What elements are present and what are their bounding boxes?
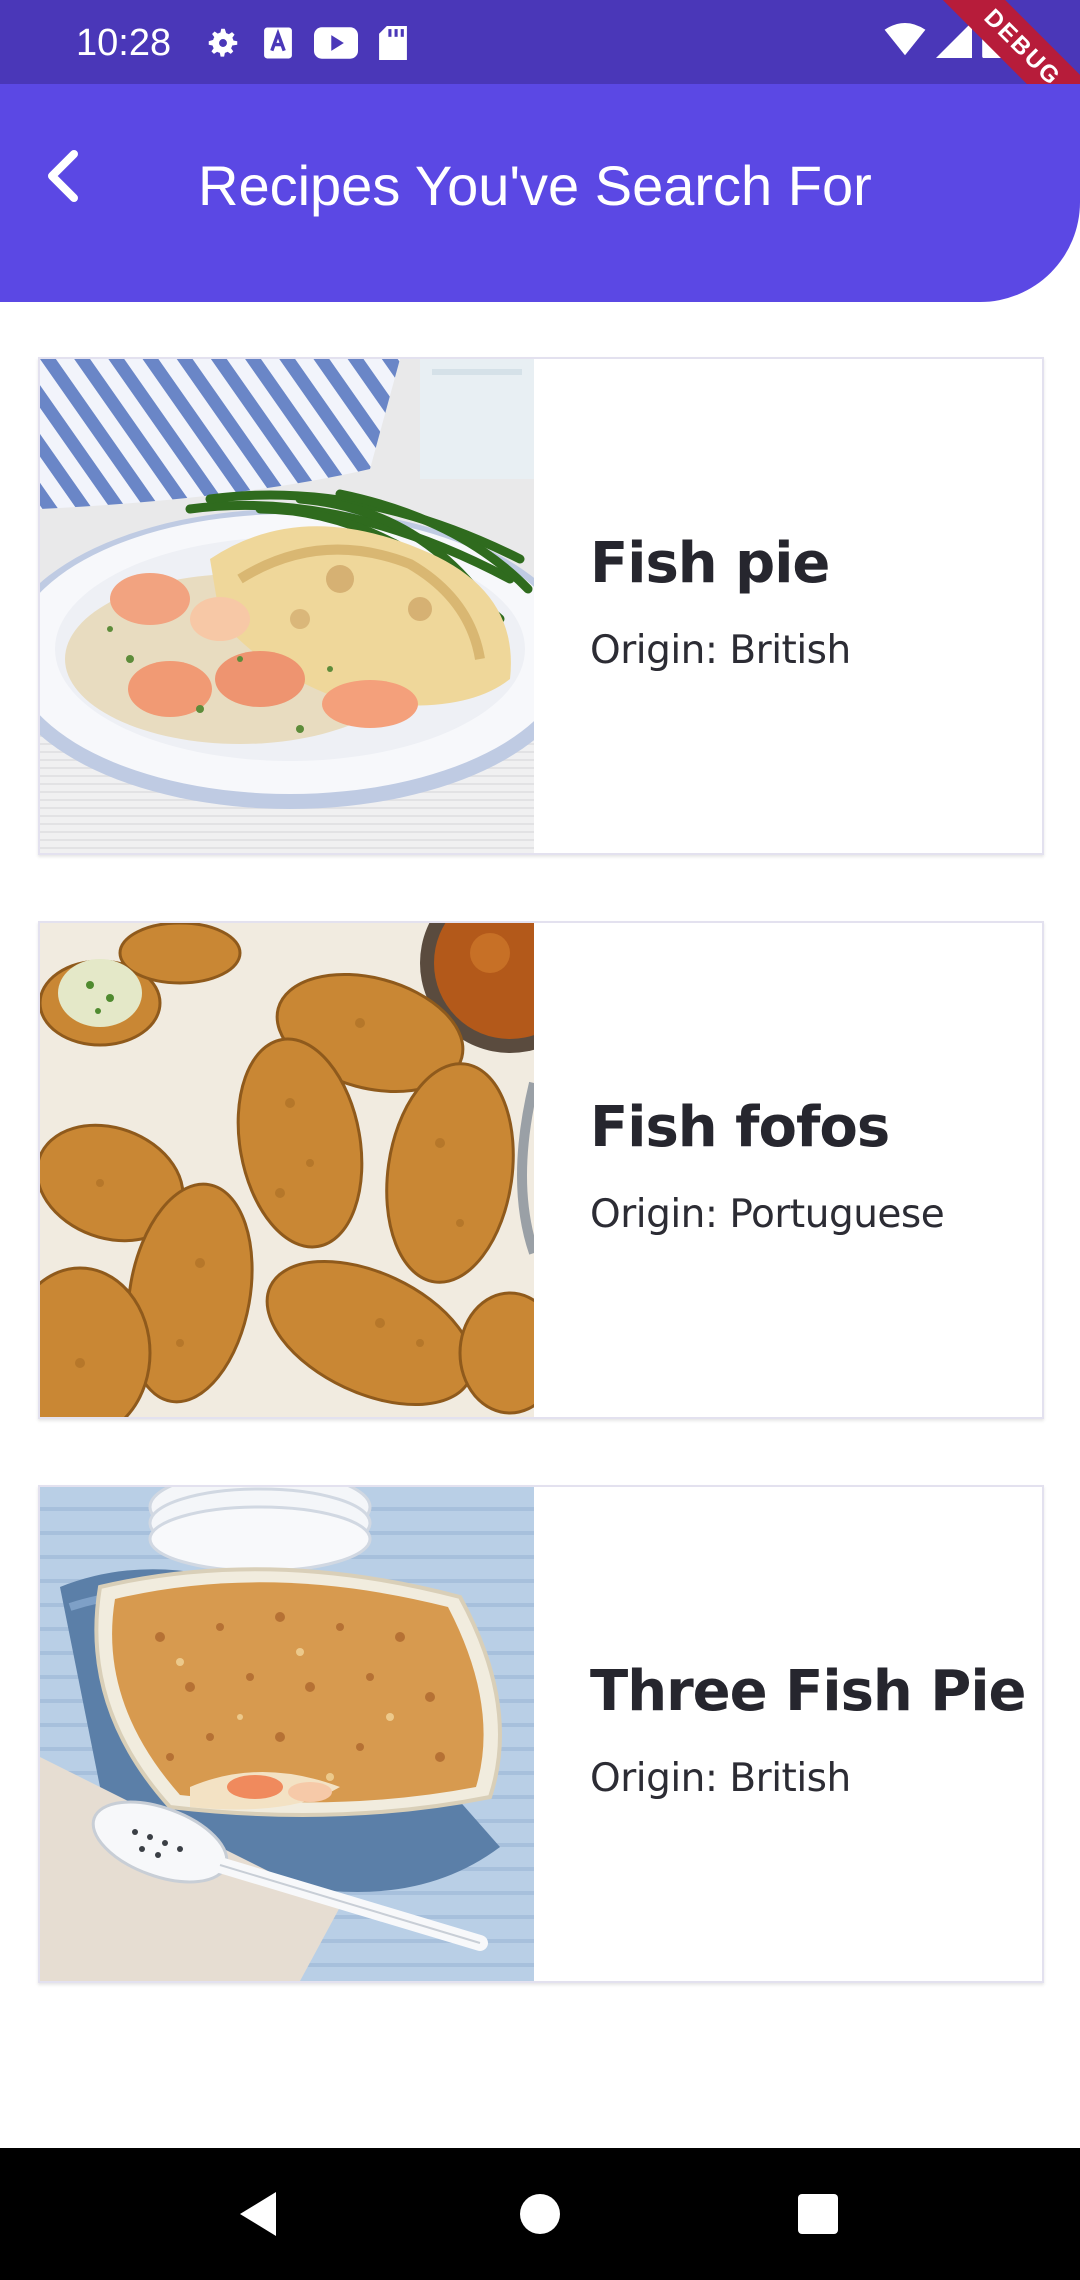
recipe-origin: Origin: British xyxy=(590,628,851,673)
wifi-icon xyxy=(884,23,926,62)
recipe-card-fish-pie[interactable]: Fish pie Origin: British xyxy=(38,357,1044,855)
recents-square-icon xyxy=(798,2194,838,2234)
fish-pie-photo xyxy=(40,359,534,853)
page-title: Recipes You've Search For xyxy=(198,154,872,217)
recipe-info: Fish fofos Origin: Portuguese xyxy=(534,923,1042,1417)
navigation-bar xyxy=(0,2148,1080,2280)
fish-fofos-photo xyxy=(40,923,534,1417)
recipe-info: Fish pie Origin: British xyxy=(534,359,1042,853)
app-bar: Recipes You've Search For xyxy=(0,84,1080,302)
recipe-card-three-fish-pie[interactable]: Three Fish Pie Origin: British xyxy=(38,1485,1044,1983)
youtube-icon xyxy=(314,27,358,64)
back-button[interactable] xyxy=(26,140,98,212)
nav-recents-button[interactable] xyxy=(788,2184,848,2244)
home-circle-icon xyxy=(520,2194,560,2234)
back-triangle-icon xyxy=(240,2192,276,2236)
recipe-info: Three Fish Pie Origin: British xyxy=(534,1487,1042,1981)
status-icons-left xyxy=(204,24,408,67)
signal-icon xyxy=(936,22,972,63)
nav-back-button[interactable] xyxy=(228,2184,288,2244)
screen: 10:28 DEBUG Recipes You've Search For Fi… xyxy=(0,0,1080,2280)
sd-card-icon xyxy=(378,26,408,65)
status-bar: 10:28 DEBUG xyxy=(0,0,1080,149)
recipe-name: Fish pie xyxy=(590,531,830,596)
recipe-name: Fish fofos xyxy=(590,1095,890,1160)
settings-icon xyxy=(204,24,242,67)
three-fish-pie-photo xyxy=(40,1487,534,1981)
recipe-origin: Origin: British xyxy=(590,1756,851,1801)
chevron-left-icon xyxy=(48,150,78,202)
recipe-card-fish-fofos[interactable]: Fish fofos Origin: Portuguese xyxy=(38,921,1044,1419)
a-box-icon xyxy=(262,26,294,65)
nav-home-button[interactable] xyxy=(510,2184,570,2244)
recipe-list: Fish pie Origin: British Fish fofos Orig… xyxy=(38,357,1044,2049)
recipe-origin: Origin: Portuguese xyxy=(590,1192,945,1237)
recipe-name: Three Fish Pie xyxy=(590,1659,1027,1724)
status-time: 10:28 xyxy=(76,22,172,64)
